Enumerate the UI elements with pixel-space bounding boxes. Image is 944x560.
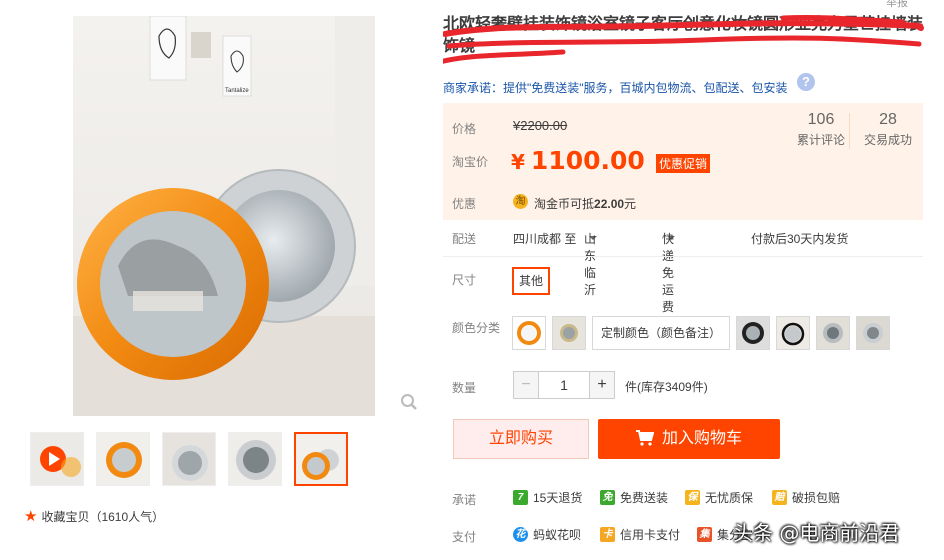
warranty-icon: 保 <box>685 490 700 505</box>
size-label: 尺寸 <box>452 273 477 287</box>
decrease-button[interactable]: − <box>513 371 539 399</box>
color-options: 定制颜色（颜色备注） <box>512 316 891 350</box>
buy-now-button[interactable]: 立即购买 <box>453 419 589 459</box>
review-count: 106 <box>807 111 835 128</box>
huabei-icon: 花 <box>513 527 528 542</box>
shipping-row: 配送 四川成都 至 山东临沂 快递 免运费 付款后30天内发货 <box>443 230 923 314</box>
review-stat[interactable]: 106 累计评论 <box>786 111 856 148</box>
thumbnail-video[interactable] <box>30 432 84 486</box>
quantity-input[interactable]: 1 <box>539 371 589 399</box>
stock-info: 件(库存3409件) <box>625 380 708 394</box>
favorite-button[interactable]: ★ 收藏宝贝（1610人气） <box>24 507 164 525</box>
watermark: 头条 @电商前沿君 <box>733 521 900 545</box>
thumbnail-mirror-detail[interactable] <box>228 432 282 486</box>
service-label: 承诺 <box>452 493 477 507</box>
compensation-icon: 赔 <box>772 490 787 505</box>
current-price: ¥1100.00 <box>511 146 645 175</box>
payment-item[interactable]: 卡信用卡支付 <box>600 526 680 543</box>
service-item[interactable]: 免免费送装 <box>600 489 668 506</box>
merchant-promise[interactable]: 商家承诺：提供"免费送装"服务，百城内包物流、包配送、包安装 <box>443 79 788 96</box>
discount-label: 优惠 <box>452 197 477 211</box>
service-item[interactable]: 赔破损包赔 <box>772 489 840 506</box>
thumbnail-orange-and-gray-mirrors[interactable] <box>294 432 348 486</box>
credit-card-icon: 卡 <box>600 527 615 542</box>
return-icon: 7 <box>513 490 528 505</box>
report-link[interactable]: 举报 <box>886 0 908 10</box>
sales-stat[interactable]: 28 交易成功 <box>853 111 923 148</box>
ship-time: 付款后30天内发货 <box>751 232 849 246</box>
ship-method-select[interactable]: 快递 免运费 <box>662 230 675 314</box>
price-panel: 价格 ¥2200.00 淘宝价 ¥1100.00 优惠促销 106 累计评论 2… <box>443 103 923 185</box>
thumbnail-gray-mirror[interactable] <box>162 432 216 486</box>
zoom-icon[interactable] <box>400 393 418 411</box>
service-promises-row: 承诺 7 15天退货 免免费送装 保无忧质保 赔破损包赔 <box>443 489 923 507</box>
add-to-cart-button[interactable]: 加入购物车 <box>598 419 780 459</box>
promo-tag[interactable]: 优惠促销 <box>656 154 711 173</box>
taojinbi-icon: 淘 <box>513 194 528 209</box>
payment-label: 支付 <box>452 530 477 544</box>
main-product-image[interactable]: Tantalize <box>73 16 375 416</box>
payment-item[interactable]: 花蚂蚁花呗 <box>513 526 581 543</box>
thumbnail-strip <box>30 432 348 486</box>
sales-label: 交易成功 <box>863 133 912 147</box>
title-redaction-scribble <box>443 14 924 64</box>
color-swatch-gold[interactable] <box>552 316 586 350</box>
discount-panel: 优惠 淘 淘金币可抵22.00元 <box>443 185 923 220</box>
section-divider <box>443 256 923 257</box>
star-icon: ★ <box>24 508 38 525</box>
jifenbao-icon: 集 <box>697 527 712 542</box>
color-option-custom[interactable]: 定制颜色（颜色备注） <box>592 316 731 350</box>
color-swatch-silver[interactable] <box>816 316 851 350</box>
shipping-label: 配送 <box>452 232 477 246</box>
review-label: 累计评论 <box>796 133 845 147</box>
color-label: 颜色分类 <box>452 321 501 335</box>
stat-divider <box>849 113 850 149</box>
service-item[interactable]: 保无忧质保 <box>685 489 753 506</box>
taobao-price-label: 淘宝价 <box>452 155 489 169</box>
color-swatch-black-thin[interactable] <box>776 316 811 350</box>
sales-count: 28 <box>879 111 897 128</box>
install-icon: 免 <box>600 490 615 505</box>
favorite-label: 收藏宝贝（1610人气） <box>41 509 165 524</box>
help-icon[interactable]: ? <box>797 73 815 91</box>
original-price-label: 价格 <box>452 122 477 136</box>
original-price: ¥2200.00 <box>513 118 568 133</box>
poster-text: Tantalize <box>225 88 249 94</box>
service-item[interactable]: 7 15天退货 <box>513 489 582 506</box>
color-swatch-gray[interactable] <box>856 316 891 350</box>
color-swatch-black[interactable] <box>736 316 771 350</box>
color-swatch-orange[interactable] <box>512 316 546 350</box>
quantity-stepper: − 1 + <box>513 371 615 399</box>
product-title-block: 北欧轻奢壁挂装饰镜浴室镜子客厅创意化妆镜圆形亚克力星芒挂墙装饰镜 <box>443 14 925 64</box>
ship-from: 四川成都 至 <box>513 232 577 246</box>
coin-discount-text: 淘金币可抵22.00元 <box>534 197 637 211</box>
increase-button[interactable]: + <box>589 371 615 399</box>
size-option-selected[interactable]: 其他 <box>512 267 550 295</box>
cart-icon <box>635 430 655 446</box>
thumbnail-orange-mirror[interactable] <box>96 432 150 486</box>
ship-to-select[interactable]: 山东临沂 <box>584 230 597 297</box>
quantity-label: 数量 <box>452 381 477 395</box>
